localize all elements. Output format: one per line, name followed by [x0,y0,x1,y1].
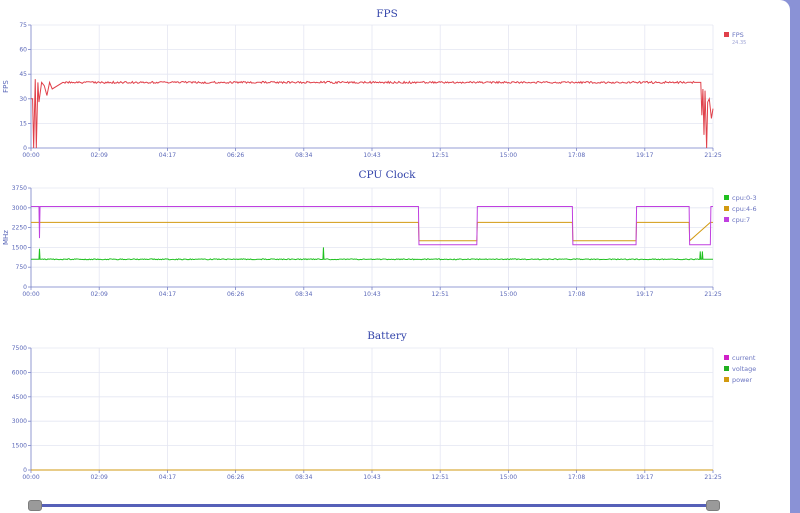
chart-title: FPS [376,8,398,20]
x-tick-label: 17:08 [568,152,585,159]
x-tick-label: 00:00 [22,152,39,159]
x-tick-label: 04:17 [159,291,176,298]
y-tick-label: 0 [23,145,27,152]
x-tick-label: 06:26 [227,152,244,159]
y-tick-label: 1500 [12,443,27,450]
x-tick-label: 00:00 [22,291,39,298]
legend-label: current [732,354,756,362]
y-tick-label: 750 [16,264,28,271]
x-tick-label: 02:09 [91,291,108,298]
slider-track[interactable] [34,504,714,507]
y-tick-label: 4500 [12,394,27,401]
x-tick-label: 12:51 [432,291,449,298]
x-tick-label: 02:09 [91,152,108,159]
y-tick-label: 0 [23,467,27,474]
legend-label: cpu:0-3 [732,194,757,202]
x-tick-label: 15:00 [500,152,517,159]
x-tick-label: 06:26 [227,474,244,481]
y-tick-label: 7500 [12,345,27,352]
x-tick-label: 19:17 [636,474,653,481]
y-tick-label: 30 [19,96,27,103]
x-tick-label: 08:34 [295,291,312,298]
x-tick-label: 21:25 [704,152,721,159]
x-tick-label: 06:26 [227,291,244,298]
y-tick-label: 3000 [12,205,27,212]
x-tick-label: 04:17 [159,152,176,159]
y-tick-label: 1500 [12,244,27,251]
chart-title: CPU Clock [358,169,416,181]
y-tick-label: 15 [19,120,27,127]
chart-title: Battery [367,330,407,342]
y-tick-label: 3750 [12,185,27,192]
y-tick-label: 45 [19,71,27,78]
legend-value: 24.35 [732,40,746,46]
legend-label: cpu:4-6 [732,205,757,213]
time-range-slider[interactable] [28,500,720,512]
y-tick-label: 60 [19,47,27,54]
x-tick-label: 10:43 [363,291,380,298]
y-axis-label: MHz [2,230,10,245]
legend-swatch [724,195,729,200]
legend-swatch [724,366,729,371]
y-tick-label: 0 [23,284,27,291]
slider-start-handle[interactable] [28,500,42,511]
y-tick-label: 3000 [12,418,27,425]
charts-canvas: FPS 0 15 30 45 60 75 00:00 02:09 04:17 06:26 08:34 1… [2,8,757,481]
x-tick-label: 17:08 [568,474,585,481]
legend-label: cpu:7 [732,216,750,224]
x-tick-label: 19:17 [636,291,653,298]
x-tick-label: 21:25 [704,291,721,298]
x-tick-label: 08:34 [295,474,312,481]
x-tick-label: 10:43 [363,474,380,481]
legend-swatch [724,32,729,37]
x-tick-label: 00:00 [22,474,39,481]
legend-label: voltage [732,365,756,373]
x-tick-label: 04:17 [159,474,176,481]
chart-panel: FPS 0 15 30 45 60 75 00:00 02:09 04:17 06:26 08:34 1… [0,0,790,513]
y-tick-label: 6000 [12,369,27,376]
y-tick-label: 2250 [12,225,27,232]
x-tick-label: 15:00 [500,291,517,298]
x-tick-label: 17:08 [568,291,585,298]
chart-2: Battery 0 1500 3000 4500 6000 7500 00:00 02:09 04… [12,330,757,481]
legend-label: power [732,376,752,384]
y-axis-label: FPS [2,80,10,93]
x-tick-label: 02:09 [91,474,108,481]
x-tick-label: 19:17 [636,152,653,159]
legend-label: FPS [732,31,744,39]
chart-1: CPU Clock 0 750 1500 2250 3000 3750 00:00 02:09 0… [2,169,757,298]
x-tick-label: 08:34 [295,152,312,159]
x-tick-label: 10:43 [363,152,380,159]
x-tick-label: 21:25 [704,474,721,481]
legend-swatch [724,377,729,382]
legend-swatch [724,217,729,222]
x-tick-label: 12:51 [432,152,449,159]
slider-end-handle[interactable] [706,500,720,511]
legend-swatch [724,206,729,211]
chart-0: FPS 0 15 30 45 60 75 00:00 02:09 04:17 06:26 08:34 1… [2,8,746,159]
x-tick-label: 12:51 [432,474,449,481]
y-tick-label: 75 [19,22,27,29]
x-tick-label: 15:00 [500,474,517,481]
legend-swatch [724,355,729,360]
